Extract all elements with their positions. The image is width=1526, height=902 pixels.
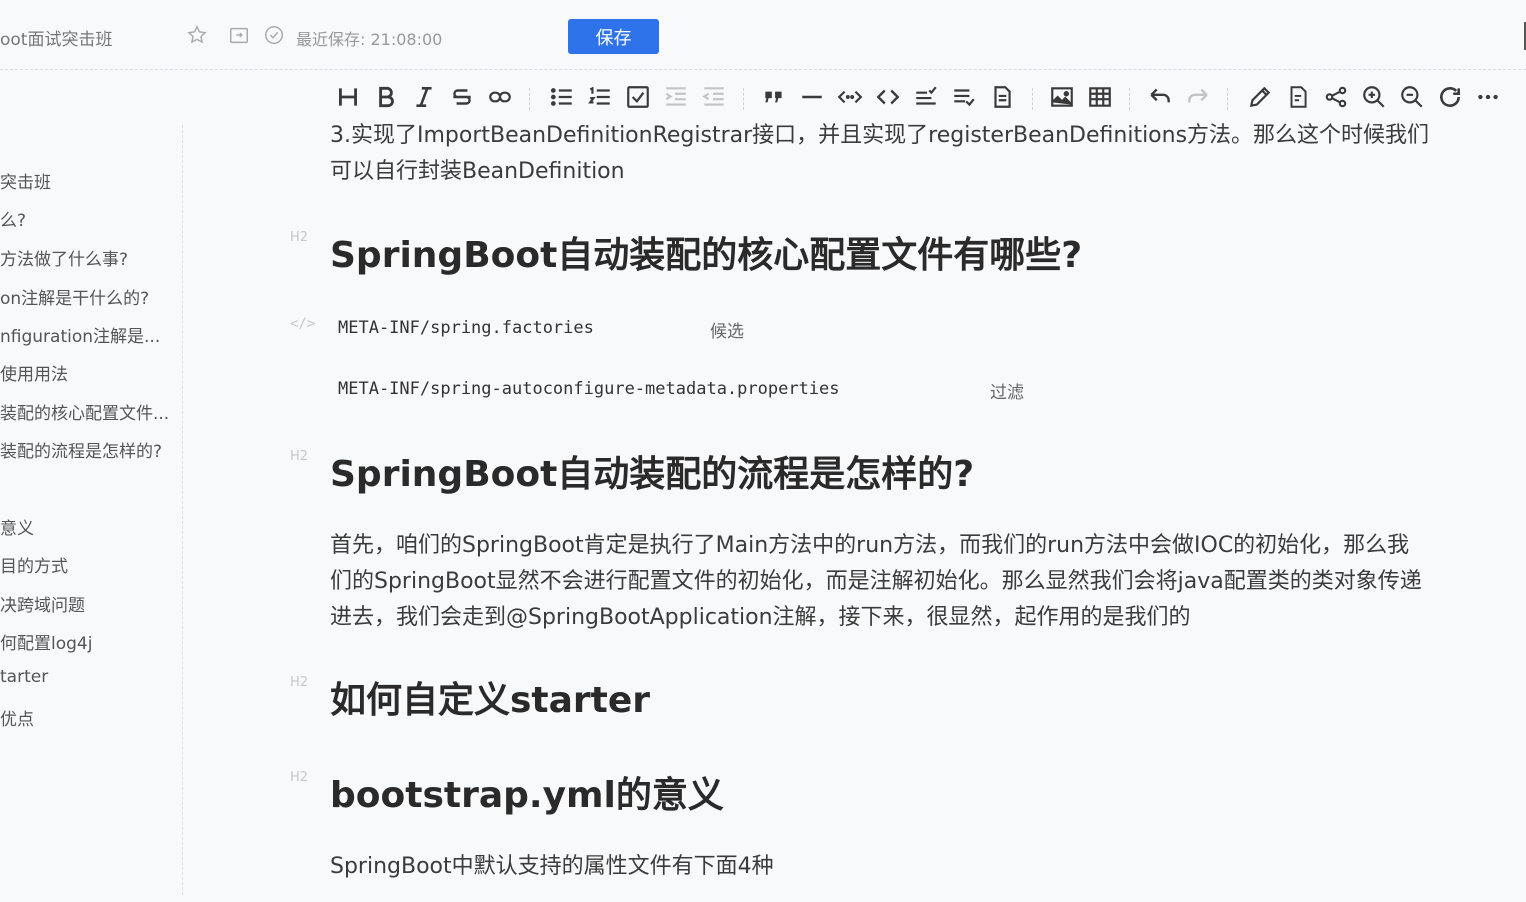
outline-item[interactable]: 突击班 [0,168,178,192]
document-title[interactable]: oot面试突击班 [0,25,112,50]
checklist-icon[interactable] [624,83,652,111]
outline-item[interactable]: 装配的流程是怎样的? [0,437,178,461]
heading-custom-starter: 如何自定义starter [330,680,651,721]
share-icon[interactable] [1322,83,1350,111]
edit-icon[interactable] [1246,83,1274,111]
heading-autoconfig-flow: SpringBoot自动装配的流程是怎样的? [330,454,975,495]
paragraph-line: 们的SpringBoot显然不会进行配置文件的初始化，而是注解初始化。那么显然我… [330,569,1422,594]
outdent-icon[interactable] [700,83,728,111]
zoom-in-icon[interactable] [1360,83,1388,111]
h2-marker: H2 [290,449,309,464]
undo-icon[interactable] [1146,83,1174,111]
quote-icon[interactable] [760,83,788,111]
save-button[interactable]: 保存 [568,19,659,54]
strikethrough-icon[interactable] [448,83,476,111]
export-icon[interactable] [1284,83,1312,111]
outline-item[interactable]: 方法做了什么事? [0,245,178,269]
paragraph-line: 首先，咱们的SpringBoot肯定是执行了Main方法中的run方法，而我们的… [330,533,1410,558]
zoom-out-icon[interactable] [1398,83,1426,111]
document-content[interactable]: 3.实现了ImportBeanDefinitionRegistrar接口，并且实… [290,118,1526,902]
outline-item[interactable]: 装配的核心配置文件... [0,399,178,423]
code-comment: 过滤 [990,383,1024,403]
italic-icon[interactable] [410,83,438,111]
h2-marker: H2 [290,230,309,245]
line-check-icon[interactable] [950,83,978,111]
code-line: META-INF/spring.factories [338,318,594,338]
inline-code-icon[interactable] [836,83,864,111]
refresh-icon[interactable] [1436,83,1464,111]
code-block-icon[interactable] [874,83,902,111]
outline-sidebar: 突击班 么? 方法做了什么事? on注解是干什么的? nfiguration注解… [0,125,185,902]
bold-icon[interactable] [372,83,400,111]
paragraph-line: SpringBoot中默认支持的属性文件有下面4种 [330,854,774,879]
horizontal-rule-icon[interactable] [798,83,826,111]
code-comment: 候选 [710,322,744,342]
editor-toolbar [330,80,1510,114]
unordered-list-icon[interactable] [548,83,576,111]
heading-bootstrap-yml: bootstrap.yml的意义 [330,775,724,816]
move-to-folder-icon[interactable] [228,24,250,46]
outline-item[interactable]: nfiguration注解是... [0,322,178,346]
more-icon[interactable] [1474,83,1502,111]
paragraph-line: 3.实现了ImportBeanDefinitionRegistrar接口，并且实… [330,123,1430,148]
saved-check-icon [263,24,285,46]
link-icon[interactable] [486,83,514,111]
indent-icon[interactable] [662,83,690,111]
title-bar: oot面试突击班 最近保存: 21:08:00 保存 [0,0,1526,70]
ordered-list-icon[interactable] [586,83,614,111]
outline-item[interactable]: 使用用法 [0,360,178,384]
outline-item[interactable]: tarter [0,667,178,691]
outline-item[interactable]: 何配置log4j [0,629,178,653]
check-lines-icon[interactable] [912,83,940,111]
paragraph-line: 进去，我们会走到@SpringBootApplication注解，接下来，很显然… [330,605,1191,630]
h2-marker: H2 [290,770,309,785]
save-status: 最近保存: 21:08:00 [296,30,443,49]
redo-icon[interactable] [1184,83,1212,111]
heading-icon[interactable] [334,83,362,111]
outline-item[interactable]: 优点 [0,705,178,729]
outline-item[interactable]: 意义 [0,514,178,538]
table-of-contents-icon[interactable] [988,83,1016,111]
heading-core-config-files: SpringBoot自动装配的核心配置文件有哪些? [330,235,1083,276]
outline-item[interactable]: 决跨域问题 [0,591,178,615]
editor-window: oot面试突击班 最近保存: 21:08:00 保存 突击班 么? 方法做了什么… [0,0,1526,902]
code-block-marker: </> [290,316,316,332]
paragraph-line: 可以自行封装BeanDefinition [330,159,625,184]
star-icon[interactable] [186,24,208,46]
outline-item[interactable]: 目的方式 [0,552,178,576]
outline-item[interactable]: on注解是干什么的? [0,284,178,308]
code-line: META-INF/spring-autoconfigure-metadata.p… [338,379,840,399]
outline-item[interactable]: 么? [0,206,178,230]
table-icon[interactable] [1086,83,1114,111]
h2-marker: H2 [290,675,309,690]
image-icon[interactable] [1048,83,1076,111]
